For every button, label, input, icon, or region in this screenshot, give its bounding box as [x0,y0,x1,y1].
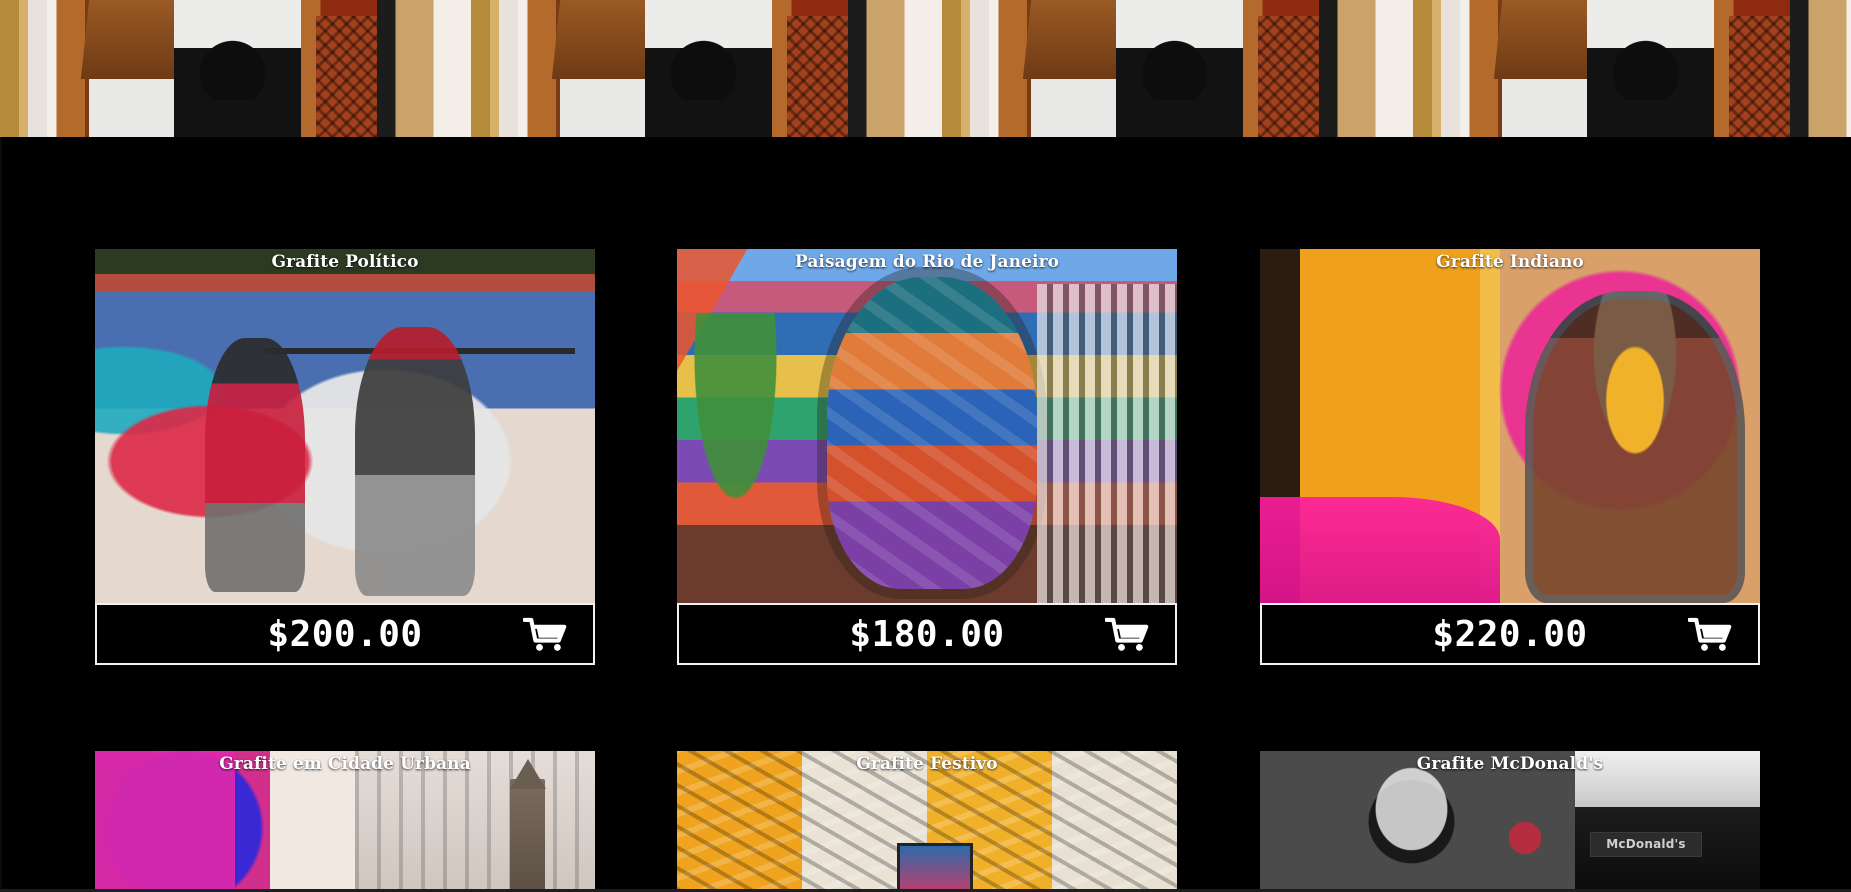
graffiti-figure [1525,291,1745,603]
product-price: $180.00 [849,613,1005,655]
product-image[interactable]: Paisagem do Rio de Janeiro [677,249,1177,603]
price-bar: $200.00 [95,603,595,665]
left-edge [0,137,2,892]
product-price: $200.00 [267,613,423,655]
graffiti-element [1037,284,1177,603]
product-image[interactable]: Grafite em Cidade Urbana [95,751,595,891]
product-price: $220.00 [1432,613,1588,655]
product-image[interactable]: Grafite Político [95,249,595,603]
price-bar: $180.00 [677,603,1177,665]
product-title: Grafite Indiano [1436,252,1584,272]
product-title: Grafite Festivo [856,754,998,774]
product-card: Grafite em Cidade Urbana [95,751,595,891]
product-title: Paisagem do Rio de Janeiro [794,252,1060,272]
graffiti-element [1480,809,1570,866]
product-card: Paisagem do Rio de Janeiro $180.00 [677,249,1177,665]
product-title: Grafite em Cidade Urbana [219,754,471,774]
shopping-cart-icon[interactable] [523,615,567,655]
price-bar: $220.00 [1260,603,1760,665]
graffiti-element [510,779,545,891]
graffiti-figure [355,326,475,596]
graffiti-element [1260,496,1500,603]
store-sign: McDonald's [1590,832,1702,857]
graffiti-face [827,277,1037,589]
product-card: Grafite Político $200.00 [95,249,595,665]
graffiti-face [1340,765,1470,891]
product-card: Grafite McDonald's McDonald's [1260,751,1760,891]
product-image[interactable]: Grafite Indiano [1260,249,1760,603]
graffiti-element [897,843,973,891]
product-title: Grafite McDonald's [1416,754,1604,774]
shopping-cart-icon[interactable] [1105,615,1149,655]
product-card: Grafite Festivo [677,751,1177,891]
product-grid: Grafite Político $200.00 Paisagem do Rio… [0,0,1851,892]
shopping-cart-icon[interactable] [1688,615,1732,655]
product-card: Grafite Indiano $220.00 [1260,249,1760,665]
product-image[interactable]: Grafite Festivo [677,751,1177,891]
product-image[interactable]: Grafite McDonald's McDonald's [1260,751,1760,891]
graffiti-figure [205,337,305,593]
graffiti-element [677,312,807,603]
product-title: Grafite Político [271,252,419,272]
